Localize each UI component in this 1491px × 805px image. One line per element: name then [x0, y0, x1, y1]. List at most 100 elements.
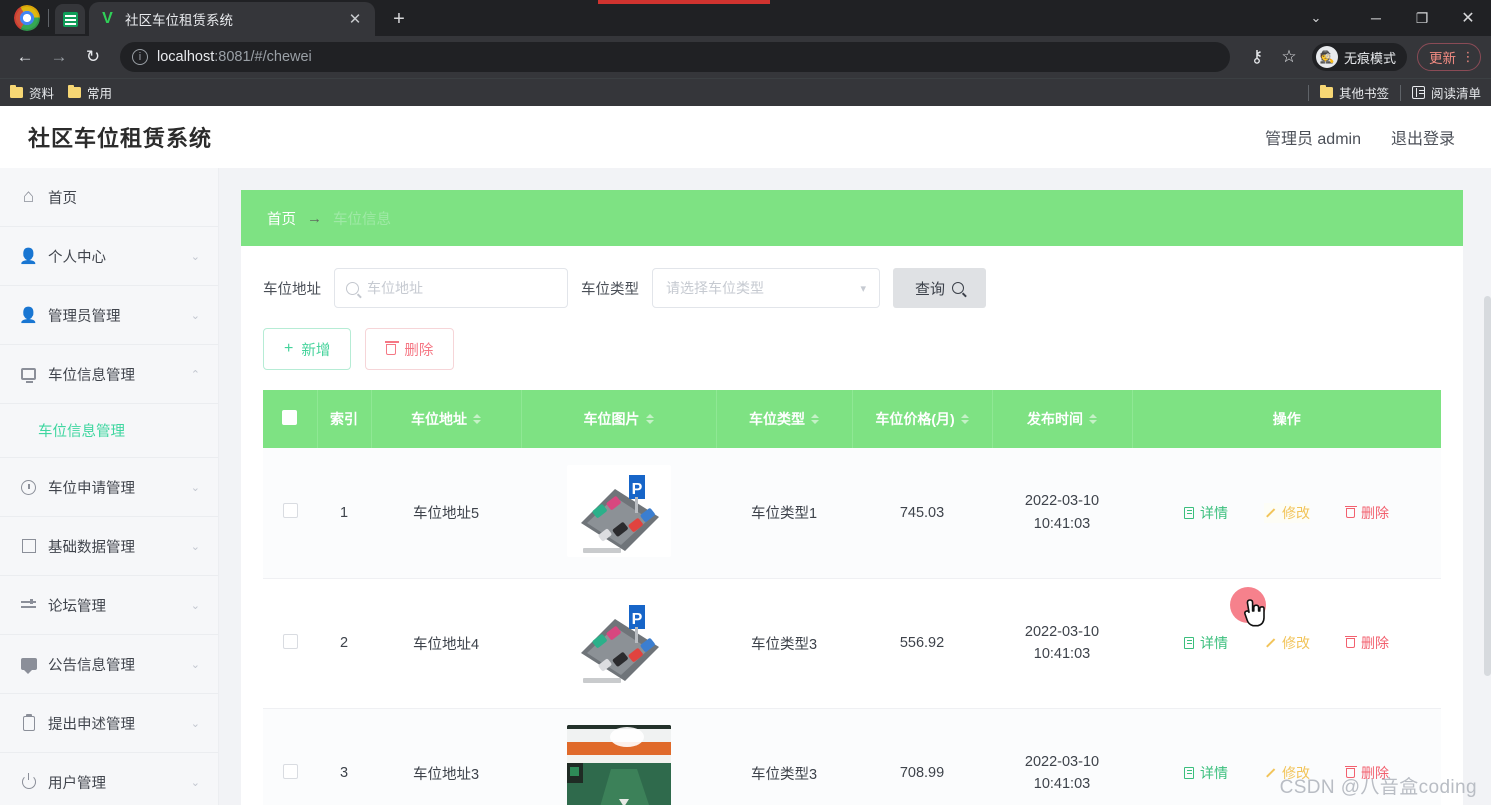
- other-bookmarks-label: 其他书签: [1338, 87, 1389, 101]
- delete-row-button[interactable]: 删除: [1344, 763, 1389, 783]
- maximize-button[interactable]: ❐: [1399, 0, 1445, 36]
- incognito-indicator[interactable]: 🕵 无痕模式: [1311, 43, 1407, 71]
- other-bookmarks-button[interactable]: 其他书签: [1319, 83, 1389, 102]
- edit-button[interactable]: 修改: [1264, 633, 1310, 653]
- sidebar-item-announcement-management[interactable]: 公告信息管理 ⌄: [0, 635, 218, 694]
- delete-row-button[interactable]: 删除: [1344, 633, 1389, 653]
- password-key-icon[interactable]: ⚷: [1242, 42, 1272, 72]
- edit-button[interactable]: 修改: [1264, 763, 1310, 783]
- reading-list-button[interactable]: 阅读清单: [1411, 83, 1481, 102]
- info-icon[interactable]: i: [132, 49, 148, 65]
- window-close-button[interactable]: ✕: [1445, 0, 1491, 36]
- sidebar-item-appeal-management[interactable]: 提出申述管理 ⌄: [0, 694, 218, 753]
- bookmark-star-icon[interactable]: ☆: [1274, 42, 1304, 72]
- update-button[interactable]: 更新 ⋮: [1417, 43, 1481, 71]
- close-icon[interactable]: ✕: [345, 9, 365, 29]
- sort-icon[interactable]: [811, 414, 819, 424]
- url-host: localhost: [157, 49, 215, 65]
- column-header-price[interactable]: 车位价格(月): [852, 390, 993, 448]
- sidebar-item-parking-application-management[interactable]: 车位申请管理 ⌄: [0, 458, 218, 517]
- garage-photo-thumbnail[interactable]: [566, 725, 671, 805]
- new-tab-button[interactable]: +: [385, 5, 413, 33]
- incognito-label: 无痕模式: [1343, 50, 1396, 66]
- browser-toolbar: ← → ↻ i localhost:8081/#/chewei ⚷ ☆ 🕵 无痕…: [0, 36, 1491, 78]
- reload-icon[interactable]: ↻: [78, 42, 108, 72]
- sidebar-item-forum-management[interactable]: 论坛管理 ⌄: [0, 576, 218, 635]
- column-header-publish-time[interactable]: 发布时间: [992, 390, 1133, 448]
- sidebar-item-user-management[interactable]: 用户管理 ⌄: [0, 753, 218, 805]
- row-operations-cell: 详情 修改 删除: [1132, 708, 1441, 805]
- edit-button[interactable]: 修改: [1264, 502, 1310, 523]
- sort-icon[interactable]: [645, 414, 654, 424]
- type-filter-select[interactable]: 请选择车位类型 ▾: [652, 268, 880, 308]
- update-label: 更新: [1429, 51, 1456, 66]
- toolbar-right-group: ⚷ ☆ 🕵 无痕模式 更新 ⋮: [1242, 42, 1481, 72]
- column-label: 车位类型: [749, 411, 805, 427]
- row-checkbox[interactable]: [282, 633, 298, 649]
- page-scrollbar[interactable]: [1484, 296, 1491, 676]
- bookmark-item[interactable]: 常用: [68, 83, 112, 102]
- logout-button[interactable]: 退出登录: [1391, 125, 1455, 149]
- row-image-cell: P: [521, 448, 716, 579]
- column-header-address[interactable]: 车位地址: [371, 390, 522, 448]
- detail-button[interactable]: 详情: [1184, 633, 1228, 653]
- minimize-button[interactable]: ─: [1353, 0, 1399, 36]
- query-button[interactable]: 查询: [893, 268, 987, 308]
- column-header-operations: 操作: [1132, 390, 1441, 448]
- filter-bar: 车位地址 车位地址 车位类型 请选择车位类型 ▾ 查询: [241, 246, 1463, 308]
- delete-row-button[interactable]: 删除: [1344, 503, 1389, 523]
- sidebar-item-parking-info-management[interactable]: 车位信息管理 ⌃: [0, 345, 218, 404]
- column-header-image[interactable]: 车位图片: [521, 390, 717, 448]
- address-filter-input[interactable]: 车位地址: [334, 268, 568, 308]
- sidebar-item-home[interactable]: 首页: [0, 168, 218, 227]
- parking-lot-thumbnail[interactable]: P: [566, 595, 671, 687]
- back-icon[interactable]: ←: [10, 42, 40, 72]
- row-operations: 详情 修改 删除: [1132, 633, 1441, 653]
- breadcrumb: 首页 → 车位信息: [241, 190, 1463, 246]
- select-all-header[interactable]: [263, 390, 318, 448]
- kebab-menu-icon[interactable]: ⋮: [1460, 50, 1476, 63]
- sort-icon[interactable]: [1089, 414, 1097, 424]
- query-button-label: 查询: [915, 280, 946, 298]
- table-row[interactable]: 3 车位地址3 车位类型3 708.99 2022-03-10 10:41:03…: [263, 708, 1441, 805]
- table-body: 1 车位地址5 P 车位类型1 745.03 2022-03-10 10:41:…: [263, 448, 1441, 805]
- pinned-tab[interactable]: [55, 4, 85, 34]
- sidebar-subitem-parking-info-management[interactable]: 车位信息管理: [0, 404, 218, 458]
- sidebar-item-admin-management[interactable]: 管理员管理 ⌄: [0, 286, 218, 345]
- sidebar-item-basic-data-management[interactable]: 基础数据管理 ⌄: [0, 517, 218, 576]
- browser-tab[interactable]: V 社区车位租赁系统 ✕: [89, 2, 375, 36]
- bookmark-label: 资料: [29, 87, 55, 101]
- detail-button[interactable]: 详情: [1184, 503, 1228, 523]
- parking-lot-thumbnail[interactable]: P: [566, 464, 671, 557]
- detail-button[interactable]: 详情: [1184, 763, 1228, 783]
- row-image-cell: [521, 708, 716, 805]
- row-select-cell[interactable]: [263, 578, 317, 709]
- forward-icon[interactable]: →: [44, 42, 74, 72]
- table-header: 索引 车位地址 车位图片 车位类型 车位价格(月) 发布时间 操作: [263, 390, 1441, 448]
- sidebar-item-label: 车位申请管理: [48, 480, 135, 497]
- row-checkbox[interactable]: [282, 763, 298, 779]
- row-checkbox[interactable]: [282, 503, 298, 519]
- delete-button[interactable]: 删除: [365, 328, 455, 370]
- row-index-cell: 3: [317, 708, 371, 805]
- breadcrumb-home[interactable]: 首页: [267, 208, 296, 229]
- sidebar-item-personal-center[interactable]: 个人中心 ⌄: [0, 227, 218, 286]
- sort-icon[interactable]: [473, 414, 481, 424]
- trash-icon: [384, 341, 399, 355]
- bookmark-item[interactable]: 资料: [10, 83, 54, 102]
- select-all-checkbox[interactable]: [282, 410, 298, 425]
- sidebar-item-label: 个人中心: [48, 249, 106, 266]
- chevron-down-icon[interactable]: ⌄: [1293, 0, 1339, 36]
- add-button[interactable]: + 新增: [263, 328, 352, 370]
- delete-label: 删除: [1361, 635, 1389, 651]
- address-bar[interactable]: i localhost:8081/#/chewei: [120, 42, 1230, 72]
- table-row[interactable]: 2 车位地址4 P 车位类型3 556.92 2022-03-10 10:41:…: [263, 578, 1441, 709]
- row-select-cell[interactable]: [263, 708, 317, 805]
- bookmarks-right-group: 其他书签 阅读清单: [1307, 83, 1481, 102]
- folder-icon: [68, 84, 82, 98]
- row-select-cell[interactable]: [263, 448, 317, 579]
- sort-icon[interactable]: [960, 414, 969, 424]
- edit-label: 修改: [1282, 504, 1310, 521]
- table-row[interactable]: 1 车位地址5 P 车位类型1 745.03 2022-03-10 10:41:…: [263, 448, 1441, 579]
- column-header-type[interactable]: 车位类型: [716, 390, 853, 448]
